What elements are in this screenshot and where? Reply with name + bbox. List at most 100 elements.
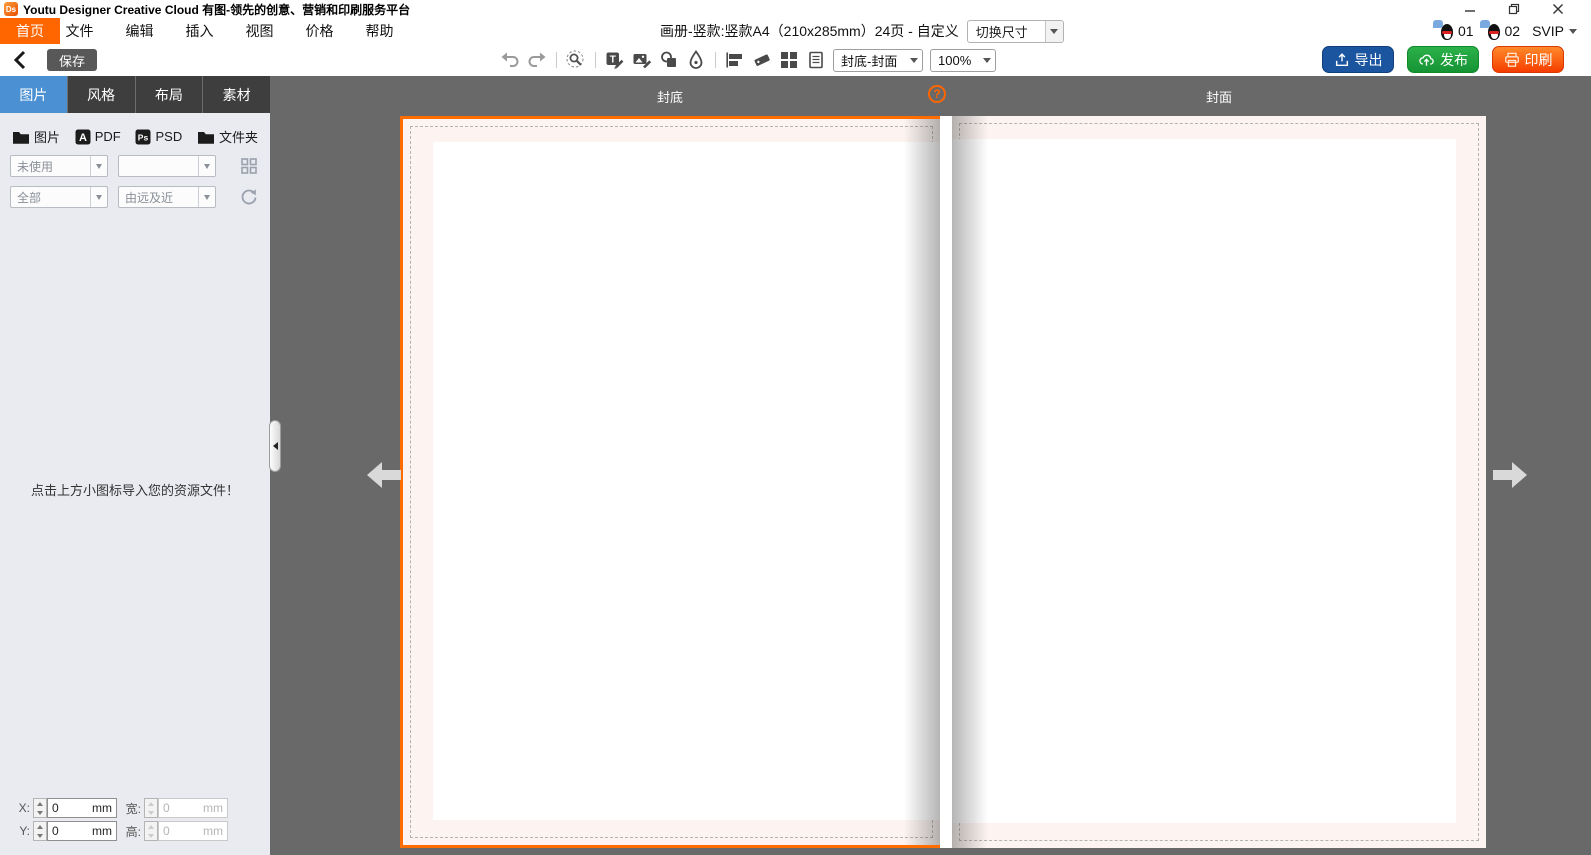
height-label: 高: bbox=[123, 823, 141, 840]
page-list-icon[interactable] bbox=[806, 50, 826, 70]
export-icon bbox=[1334, 52, 1350, 68]
menu-item-home[interactable]: 首页 bbox=[0, 18, 60, 44]
height-stepper bbox=[144, 821, 158, 841]
import-pictures-button[interactable]: 图片 bbox=[12, 127, 60, 146]
y-stepper[interactable] bbox=[33, 821, 47, 841]
redo-icon[interactable] bbox=[527, 50, 547, 70]
back-cover-page[interactable] bbox=[400, 116, 940, 848]
menu-item-file[interactable]: 文件 bbox=[65, 21, 94, 41]
zoom-level-dropdown[interactable]: 100% bbox=[930, 49, 996, 72]
zoom-level-value: 100% bbox=[931, 53, 979, 68]
width-field: mm bbox=[158, 798, 228, 818]
toolbar-separator bbox=[595, 52, 596, 68]
qq-account-2[interactable]: 02 bbox=[1486, 23, 1521, 40]
menu-item-price[interactable]: 价格 bbox=[305, 21, 334, 41]
x-stepper[interactable] bbox=[33, 798, 47, 818]
height-unit: mm bbox=[203, 824, 223, 838]
menu-item-help[interactable]: 帮助 bbox=[365, 21, 394, 41]
menu-bar: 首页 文件 编辑 插入 视图 价格 帮助 画册-竖款:竖款A4（210x285m… bbox=[0, 18, 1591, 44]
back-cover-content[interactable] bbox=[433, 142, 940, 820]
import-psd-button[interactable]: Ps PSD bbox=[135, 129, 182, 145]
thumbnail-grid-icon[interactable] bbox=[238, 155, 260, 177]
width-stepper bbox=[144, 798, 158, 818]
import-folder-button[interactable]: 文件夹 bbox=[197, 127, 258, 146]
tab-styles[interactable]: 风格 bbox=[68, 76, 136, 113]
export-label: 导出 bbox=[1355, 50, 1383, 70]
front-cover-page[interactable] bbox=[952, 116, 1486, 848]
account-area: 01 02 SVIP bbox=[1439, 18, 1577, 44]
y-field[interactable]: mm bbox=[47, 821, 117, 841]
refresh-icon[interactable] bbox=[238, 186, 260, 208]
usage-filter-dropdown[interactable]: 未使用 bbox=[10, 155, 108, 177]
title-bar: Ds Youtu Designer Creative Cloud 有图-领先的创… bbox=[0, 0, 1591, 18]
tab-materials[interactable]: 素材 bbox=[203, 76, 270, 113]
sidebar-hint-text: 点击上方小图标导入您的资源文件！ bbox=[0, 480, 270, 499]
menu-item-view[interactable]: 视图 bbox=[245, 21, 274, 41]
menu-item-insert[interactable]: 插入 bbox=[185, 21, 214, 41]
import-pdf-label: PDF bbox=[95, 129, 121, 144]
app-logo-icon: Ds bbox=[4, 2, 18, 16]
order-filter-dropdown[interactable]: 由远及近 bbox=[118, 186, 216, 208]
height-input bbox=[163, 824, 197, 838]
print-label: 印刷 bbox=[1525, 50, 1553, 70]
svg-text:T: T bbox=[610, 54, 616, 65]
x-field[interactable]: mm bbox=[47, 798, 117, 818]
undo-icon[interactable] bbox=[500, 50, 520, 70]
price-tag-icon[interactable] bbox=[752, 50, 772, 70]
minimize-button[interactable] bbox=[1463, 3, 1477, 15]
svip-label: SVIP bbox=[1532, 23, 1564, 39]
align-icon[interactable] bbox=[725, 50, 745, 70]
grid-view-icon[interactable] bbox=[779, 50, 799, 70]
coord-row-y: Y: mm 高: mm bbox=[12, 821, 234, 841]
chevron-down-icon bbox=[198, 156, 215, 176]
spread-select-dropdown[interactable]: 封底-封面 bbox=[833, 49, 923, 72]
publish-button[interactable]: 发布 bbox=[1407, 46, 1479, 73]
chevron-left-icon bbox=[273, 442, 278, 450]
import-pictures-label: 图片 bbox=[34, 127, 60, 146]
import-psd-label: PSD bbox=[155, 129, 182, 144]
spine-help-icon[interactable]: ? bbox=[928, 85, 946, 103]
zoom-select-icon[interactable] bbox=[566, 50, 586, 70]
x-label: X: bbox=[12, 801, 30, 815]
chevron-down-icon bbox=[1045, 21, 1063, 42]
text-edit-icon[interactable]: T bbox=[605, 50, 625, 70]
qq-account-1[interactable]: 01 bbox=[1439, 23, 1474, 40]
menu-item-edit[interactable]: 编辑 bbox=[125, 21, 154, 41]
print-button[interactable]: 印刷 bbox=[1492, 46, 1564, 73]
toolbar-separator bbox=[556, 52, 557, 68]
export-button[interactable]: 导出 bbox=[1322, 46, 1394, 73]
qq-account-2-label: 02 bbox=[1505, 23, 1521, 39]
switch-size-dropdown[interactable]: 切换尺寸 bbox=[967, 20, 1064, 43]
front-cover-content[interactable] bbox=[952, 139, 1456, 823]
pen-tool-icon[interactable] bbox=[686, 50, 706, 70]
arrow-left-icon bbox=[365, 458, 401, 492]
scope-filter-dropdown[interactable]: 全部 bbox=[10, 186, 108, 208]
action-buttons: 导出 发布 印刷 bbox=[1322, 46, 1564, 73]
blank-filter-dropdown[interactable] bbox=[118, 155, 216, 177]
close-button[interactable] bbox=[1551, 3, 1565, 15]
import-pdf-button[interactable]: A PDF bbox=[75, 129, 121, 145]
sidebar-collapse-handle[interactable] bbox=[269, 420, 281, 472]
app-window: Ds Youtu Designer Creative Cloud 有图-领先的创… bbox=[0, 0, 1591, 855]
tab-layouts[interactable]: 布局 bbox=[136, 76, 204, 113]
toolbar: 保存 T bbox=[0, 44, 1591, 76]
y-input[interactable] bbox=[52, 824, 86, 838]
tab-pictures[interactable]: 图片 bbox=[0, 76, 68, 113]
qq-account-1-label: 01 bbox=[1458, 23, 1474, 39]
next-spread-button[interactable] bbox=[1493, 458, 1529, 497]
height-field: mm bbox=[158, 821, 228, 841]
svip-menu[interactable]: SVIP bbox=[1532, 23, 1577, 39]
restore-button[interactable] bbox=[1507, 3, 1521, 15]
shape-icon[interactable] bbox=[659, 50, 679, 70]
save-button[interactable]: 保存 bbox=[47, 49, 97, 71]
image-edit-icon[interactable] bbox=[632, 50, 652, 70]
x-input[interactable] bbox=[52, 801, 86, 815]
width-unit: mm bbox=[203, 801, 223, 815]
chevron-down-icon bbox=[906, 58, 922, 63]
toolbar-tools: T 封底-封面 bbox=[500, 44, 996, 76]
back-button[interactable] bbox=[12, 50, 28, 75]
canvas: 封底 封面 ? bbox=[270, 76, 1591, 855]
svg-text:A: A bbox=[79, 132, 87, 144]
chevron-down-icon bbox=[90, 156, 107, 176]
previous-spread-button[interactable] bbox=[365, 458, 401, 497]
